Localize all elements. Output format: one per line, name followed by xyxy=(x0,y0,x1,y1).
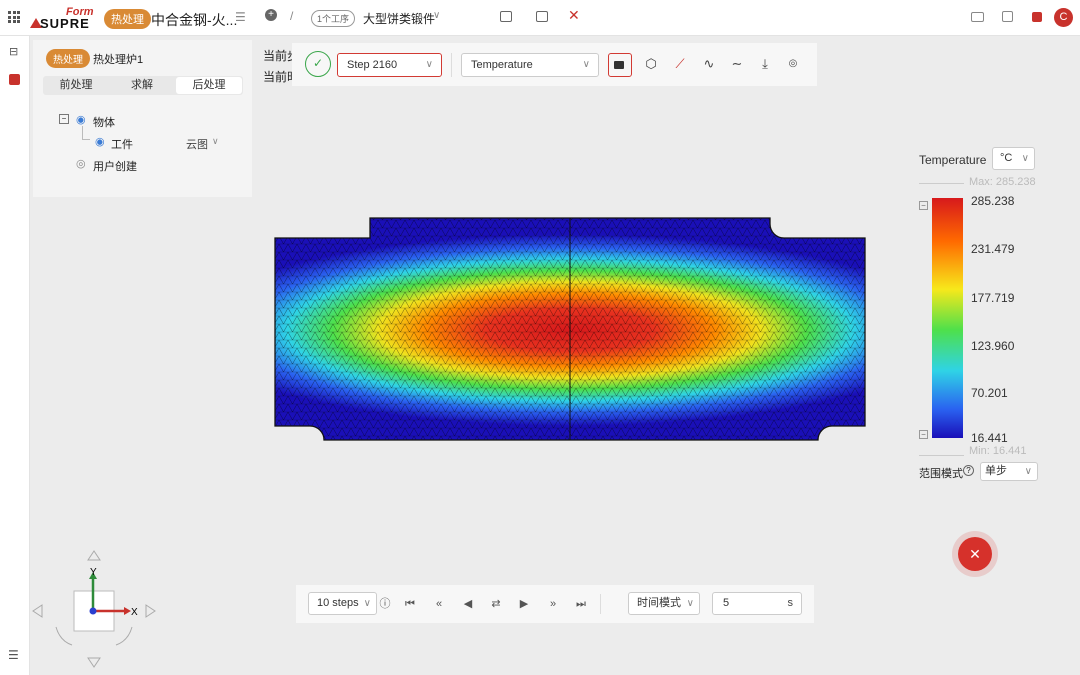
loop-icon[interactable]: ⇄ xyxy=(488,596,504,612)
legend-min: Min: 16.441 xyxy=(969,445,1027,457)
z-axis-dot xyxy=(89,607,97,615)
download-icon[interactable]: ⤓ xyxy=(756,55,774,73)
video-record-button[interactable] xyxy=(608,53,632,77)
app-logo: SUPRE Form xyxy=(30,6,98,31)
top-bar: SUPRE Form 热处理 中合金钢-火... ☰ + / 1个工序 大型饼类… xyxy=(0,0,1080,36)
tools-icon[interactable]: ✕ xyxy=(568,7,580,24)
x-axis-head xyxy=(124,607,131,615)
rotate-up-icon[interactable] xyxy=(87,550,101,561)
panel-module-badge: 热处理 xyxy=(46,49,90,68)
video-camera-icon xyxy=(614,61,624,69)
visibility-eye-icon[interactable]: ◉ xyxy=(76,113,86,126)
tab-postprocess[interactable]: 后处理 xyxy=(176,77,242,94)
time-mode-select[interactable]: 时间模式 ∨ xyxy=(628,592,700,615)
orbit-left-icon[interactable] xyxy=(55,626,73,646)
wrench-icon: ✕ xyxy=(958,537,992,571)
view-360-icon[interactable]: ◎ xyxy=(784,55,802,73)
temperature-contour-view[interactable] xyxy=(270,212,870,446)
workpiece-eye-icon[interactable]: ◉ xyxy=(95,135,105,148)
hidden-eye-icon[interactable]: ◎ xyxy=(76,157,86,170)
camera-icon[interactable] xyxy=(971,12,984,22)
legend-title: Temperature xyxy=(919,153,987,167)
result-window-icon[interactable] xyxy=(536,11,548,22)
unit-select[interactable]: °C ∨ xyxy=(992,147,1035,170)
user-avatar[interactable]: C xyxy=(1054,8,1073,27)
color-scale-bar xyxy=(932,198,963,438)
tree-item-workpiece[interactable]: 工件 xyxy=(111,136,133,152)
add-process-icon[interactable]: + xyxy=(265,9,277,21)
max-divider xyxy=(919,183,964,184)
display-mode-chevron-icon[interactable]: ∨ xyxy=(212,136,219,147)
stage-tabs: 前处理 求解 后处理 xyxy=(43,76,243,95)
left-icon-bar: ⊟ ☰ xyxy=(0,36,30,675)
run-monitor-icon[interactable] xyxy=(500,11,512,22)
time-value-input[interactable]: 5 s xyxy=(712,592,802,615)
view-navigator[interactable]: Y X xyxy=(30,545,160,670)
legend-max: Max: 285.238 xyxy=(969,176,1036,188)
legend-max-toggle-icon[interactable]: − xyxy=(919,201,928,210)
project-title[interactable]: 中合金钢-火... xyxy=(151,10,237,30)
tree-item-user-created[interactable]: 用户创建 xyxy=(93,158,137,174)
legend-min-toggle-icon[interactable]: − xyxy=(919,430,928,439)
step-select[interactable]: Step 2160 ∨ xyxy=(337,53,442,77)
rotate-right-icon[interactable] xyxy=(145,604,156,618)
line-probe-icon[interactable]: ⟋ xyxy=(671,55,689,73)
rotate-down-icon[interactable] xyxy=(87,657,101,668)
legend-tick-3: 123.960 xyxy=(971,339,1015,353)
workpiece-display-mode[interactable]: 云图 xyxy=(186,136,208,152)
orbit-right-icon[interactable] xyxy=(115,626,133,646)
step-back-icon[interactable]: ◀ xyxy=(460,596,476,612)
tree-root-objects[interactable]: 物体 xyxy=(93,114,115,130)
section-cut-icon[interactable]: ⬡ xyxy=(642,55,660,73)
range-mode-select[interactable]: 单步 ∨ xyxy=(980,462,1038,481)
collapse-toggle-icon[interactable]: − xyxy=(59,114,69,124)
skip-to-start-icon[interactable]: ⏮ xyxy=(402,596,418,612)
playbar-divider xyxy=(600,594,601,614)
task-list-icon[interactable]: ☰ xyxy=(8,648,19,662)
legend-tick-1: 231.479 xyxy=(971,242,1015,256)
tree-view-icon[interactable]: ⊟ xyxy=(9,45,18,58)
module-badge: 热处理 xyxy=(104,9,151,29)
skip-to-end-icon[interactable]: ⏭ xyxy=(573,596,589,612)
furnace-name: 热处理炉1 xyxy=(93,54,144,66)
fast-rewind-icon[interactable]: « xyxy=(431,596,447,612)
curve-tool-icon[interactable]: ∿ xyxy=(700,55,718,73)
data-list-icon[interactable] xyxy=(1032,12,1042,22)
y-axis-label: Y xyxy=(90,567,97,578)
x-axis-label: X xyxy=(131,607,138,618)
legend-tick-2: 177.719 xyxy=(971,291,1015,305)
help-icon[interactable]: ? xyxy=(963,465,974,476)
info-icon[interactable]: ⓘ xyxy=(377,596,393,612)
tree-connector xyxy=(82,126,90,140)
apps-grid-icon[interactable] xyxy=(8,11,20,23)
legend-tick-4: 70.201 xyxy=(971,386,1008,400)
process-name[interactable]: 大型饼类锻件 xyxy=(363,10,435,27)
range-mode-label: 范围模式 xyxy=(919,468,963,480)
tab-preprocess[interactable]: 前处理 xyxy=(43,76,109,95)
min-divider xyxy=(919,455,964,456)
play-icon[interactable]: ▶ xyxy=(516,596,532,612)
project-settings-icon[interactable]: ☰ xyxy=(235,10,246,24)
fast-forward-icon[interactable]: » xyxy=(545,596,561,612)
steps-select[interactable]: 10 steps ∨ xyxy=(308,592,377,615)
model-cube-icon[interactable] xyxy=(9,74,20,85)
export-icon[interactable] xyxy=(1002,11,1013,22)
status-check-icon[interactable]: ✓ xyxy=(305,51,331,77)
legend-tick-0: 285.238 xyxy=(971,194,1015,208)
chevron-down-icon[interactable]: ∨ xyxy=(433,10,440,21)
breadcrumb-separator: / xyxy=(290,9,294,23)
tab-solve[interactable]: 求解 xyxy=(109,76,175,95)
history-plot-icon[interactable]: ∼ xyxy=(728,55,746,73)
variable-select[interactable]: Temperature ∨ xyxy=(461,53,599,77)
rotate-left-icon[interactable] xyxy=(32,604,43,618)
toolbar-divider xyxy=(451,53,452,77)
step-count-pill: 1个工序 xyxy=(311,10,356,27)
tools-fab[interactable]: ✕ xyxy=(952,531,998,577)
legend-tick-5: 16.441 xyxy=(971,431,1008,445)
